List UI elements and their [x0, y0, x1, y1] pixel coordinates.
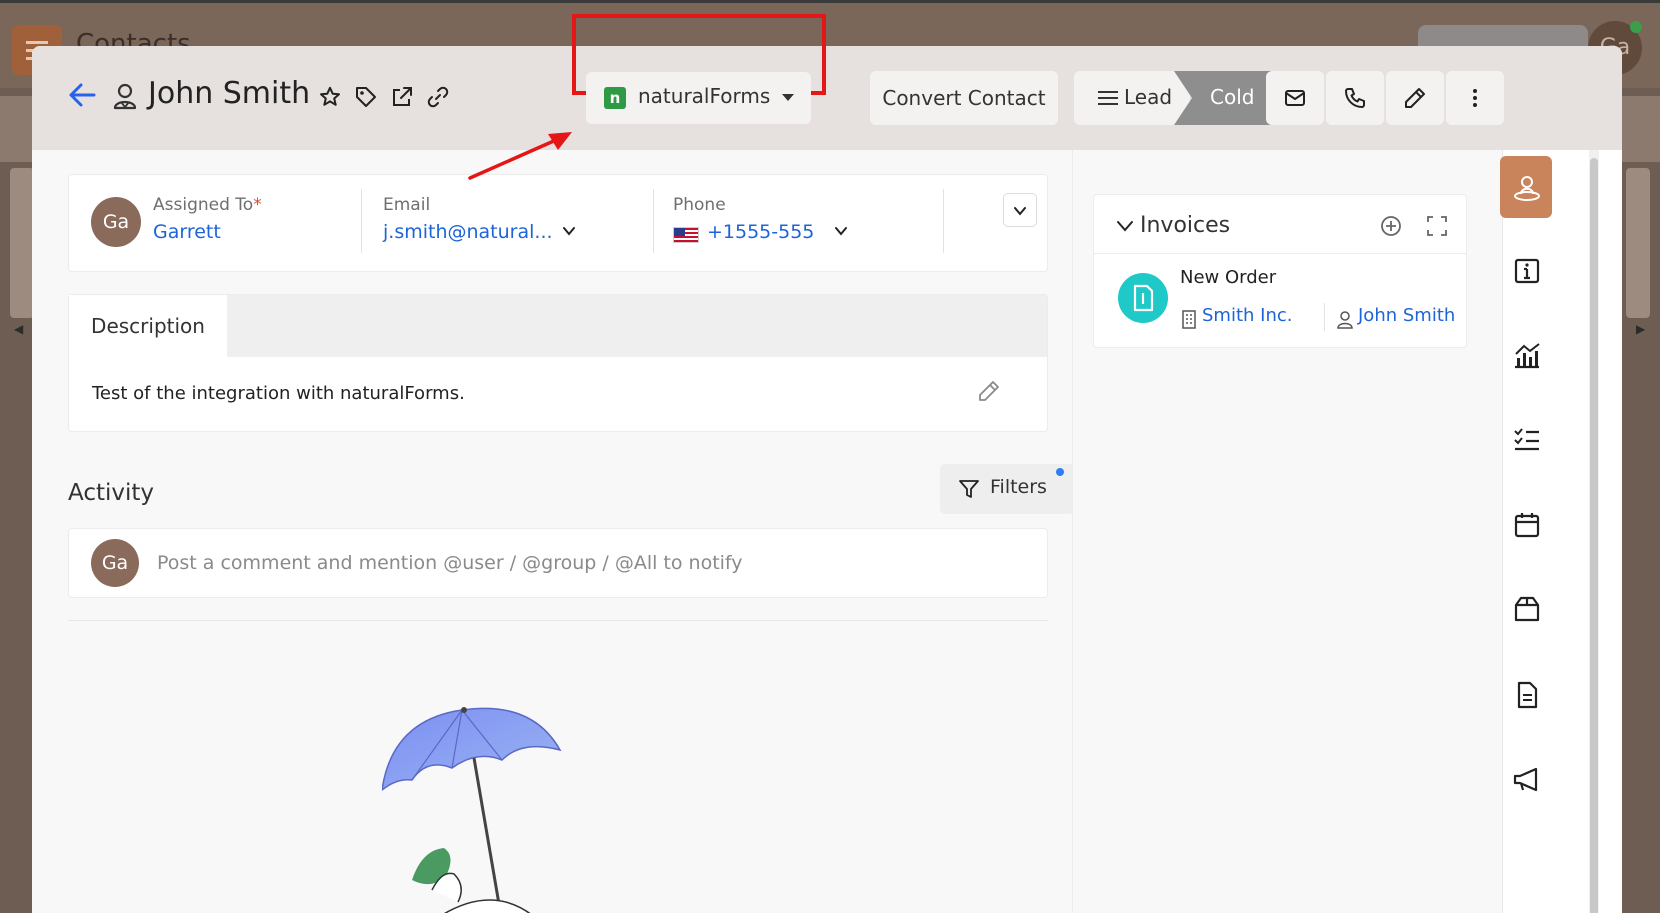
- chart-icon: [1515, 343, 1540, 369]
- rail-campaigns[interactable]: [1500, 748, 1552, 810]
- filters-label: Filters: [990, 476, 1047, 498]
- status-type: Lead: [1074, 71, 1190, 125]
- divider: [68, 620, 1048, 621]
- link-icon[interactable]: [426, 85, 450, 109]
- status-type-label: Lead: [1124, 85, 1173, 109]
- add-circle-icon[interactable]: [1380, 215, 1402, 237]
- status-value-label: Cold: [1210, 85, 1255, 109]
- rail-calendar[interactable]: [1500, 494, 1552, 556]
- chevron-down-icon[interactable]: [561, 223, 577, 239]
- tab-description[interactable]: Description: [69, 295, 227, 357]
- rail-products[interactable]: [1500, 578, 1552, 640]
- field-divider: [361, 189, 362, 253]
- naturalforms-dropdown-button[interactable]: n naturalForms: [586, 72, 811, 124]
- commenter-avatar: Ga: [91, 539, 139, 587]
- divider: [1094, 253, 1466, 254]
- chevron-down-icon: [1014, 207, 1026, 216]
- chevron-down-icon[interactable]: [1116, 217, 1134, 235]
- caret-down-icon: [782, 94, 794, 101]
- document-icon: [1517, 681, 1538, 709]
- person-icon: [1337, 311, 1353, 329]
- back-arrow-icon: [69, 83, 96, 107]
- activity-title: Activity: [68, 480, 155, 506]
- field-divider: [1324, 303, 1325, 331]
- background-panel-right: [1626, 168, 1650, 318]
- phone-label: Phone: [673, 195, 726, 215]
- list-lines-icon: [1098, 91, 1118, 105]
- email-value[interactable]: j.smith@natural...: [383, 221, 553, 243]
- empty-state-illustration: [382, 707, 562, 913]
- filter-icon: [959, 480, 979, 498]
- related-panel: Invoices New Order Smith Inc. John Smith: [1072, 150, 1502, 913]
- pencil-icon[interactable]: [977, 379, 1001, 403]
- assignee-avatar: Ga: [91, 197, 141, 247]
- phone-icon: [1345, 88, 1365, 108]
- rail-tasks[interactable]: [1500, 408, 1552, 470]
- rail-documents[interactable]: [1500, 664, 1552, 726]
- star-icon[interactable]: [318, 85, 342, 109]
- rail-analytics[interactable]: [1500, 324, 1552, 386]
- tag-icon[interactable]: [354, 85, 378, 109]
- mail-icon: [1285, 90, 1305, 106]
- description-tabbar: Description: [69, 295, 1047, 357]
- scrollbar-thumb[interactable]: [1590, 158, 1598, 913]
- edit-button[interactable]: [1386, 71, 1444, 125]
- more-vertical-icon: [1473, 89, 1477, 107]
- background-panel-left: [10, 168, 34, 318]
- call-button[interactable]: [1326, 71, 1384, 125]
- filters-button[interactable]: Filters: [940, 464, 1074, 514]
- naturalforms-logo-icon: n: [604, 87, 626, 109]
- chevron-down-icon[interactable]: [833, 223, 849, 239]
- rail-details[interactable]: [1500, 240, 1552, 302]
- assigned-to-label: Assigned To*: [153, 195, 262, 215]
- back-button[interactable]: [66, 78, 98, 112]
- calendar-icon: [1514, 513, 1540, 538]
- more-options-button[interactable]: [1446, 71, 1504, 125]
- email-label: Email: [383, 195, 431, 215]
- checklist-icon: [1514, 428, 1539, 451]
- description-text: Test of the integration with naturalForm…: [92, 383, 465, 404]
- box-icon: [1514, 596, 1540, 622]
- invoices-title: Invoices: [1140, 213, 1231, 238]
- field-divider: [653, 189, 654, 253]
- invoice-organization-link[interactable]: Smith Inc.: [1202, 305, 1292, 326]
- expand-fields-button[interactable]: [1003, 193, 1037, 227]
- contact-name-title: John Smith: [148, 76, 311, 111]
- key-fields-card: Ga Assigned To* Garrett Email j.smith@na…: [68, 174, 1048, 272]
- field-divider: [943, 189, 944, 253]
- fullscreen-icon[interactable]: [1426, 215, 1448, 237]
- online-status-icon: [1630, 21, 1642, 33]
- comment-box: Ga: [68, 528, 1048, 598]
- filters-active-dot: [1056, 468, 1064, 476]
- rail-contact-summary[interactable]: [1500, 156, 1552, 218]
- building-icon: [1182, 310, 1196, 329]
- contact-summary-icon: [1514, 176, 1540, 201]
- external-link-icon[interactable]: [390, 85, 414, 109]
- description-card: Description Test of the integration with…: [68, 294, 1048, 432]
- us-flag-icon: [673, 227, 699, 243]
- invoice-badge-icon: [1118, 273, 1168, 323]
- pencil-icon: [1405, 88, 1425, 108]
- invoice-name[interactable]: New Order: [1180, 267, 1276, 288]
- scroll-right-icon: ▶: [1636, 322, 1646, 336]
- phone-value[interactable]: +1555-555-5: [707, 221, 815, 243]
- scroll-left-icon: ◀: [14, 322, 24, 336]
- invoice-contact-link[interactable]: John Smith: [1358, 305, 1455, 326]
- megaphone-icon: [1513, 767, 1538, 792]
- person-icon: [113, 83, 137, 110]
- contact-detail-modal: John Smith Convert Contact Lead Cold Ga …: [32, 46, 1622, 913]
- invoices-widget: Invoices New Order Smith Inc. John Smith: [1093, 194, 1467, 348]
- naturalforms-label: naturalForms: [638, 84, 771, 108]
- info-icon: [1514, 258, 1540, 284]
- comment-input[interactable]: [157, 543, 1017, 583]
- convert-contact-button[interactable]: Convert Contact: [870, 71, 1058, 125]
- modal-header: John Smith Convert Contact Lead Cold: [32, 46, 1622, 150]
- main-content: Ga Assigned To* Garrett Email j.smith@na…: [32, 150, 1074, 913]
- send-email-button[interactable]: [1266, 71, 1324, 125]
- assigned-to-value[interactable]: Garrett: [153, 221, 221, 243]
